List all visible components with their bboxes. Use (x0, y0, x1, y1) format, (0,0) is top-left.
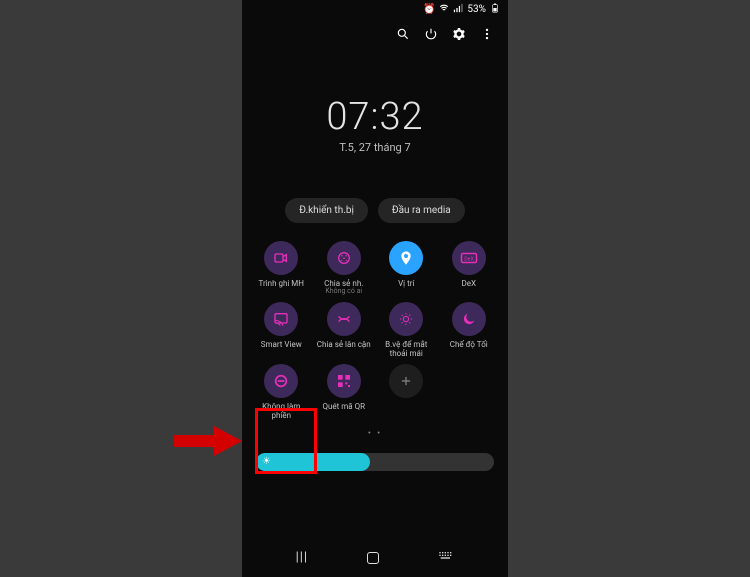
battery-icon (490, 3, 500, 16)
tile-dnd[interactable]: Không làm phiền (252, 364, 311, 420)
tile-nearby-share[interactable]: Chia sẻ lân cận (315, 302, 374, 358)
battery-text: 53% (467, 4, 486, 15)
annotation-arrow (172, 424, 244, 458)
screen-recorder-icon (264, 241, 298, 275)
dnd-icon (264, 364, 298, 398)
quick-settings-grid: Trình ghi MH Chia sẻ nh. Không có ai Vị … (242, 223, 508, 427)
control-pills: Đ.khiển th.bị Đầu ra media (242, 198, 508, 223)
dark-mode-icon (452, 302, 486, 336)
smart-view-icon (264, 302, 298, 336)
tile-label: Chia sẻ lân cận (317, 340, 371, 349)
tile-dark-mode[interactable]: Chế độ Tối (440, 302, 499, 358)
add-tile-icon (389, 364, 423, 398)
page-indicator: • • (242, 429, 508, 439)
tile-label: Smart View (261, 340, 302, 349)
svg-text:DeX: DeX (464, 256, 474, 262)
tile-screen-recorder[interactable]: Trình ghi MH (252, 241, 311, 296)
tile-quick-share[interactable]: Chia sẻ nh. Không có ai (315, 241, 374, 296)
nav-recent-button[interactable]: ||| (296, 550, 309, 565)
media-output-button[interactable]: Đầu ra media (378, 198, 465, 223)
wifi-icon (439, 3, 449, 16)
location-icon (389, 241, 423, 275)
nav-bar: ||| (242, 544, 508, 571)
nav-keyboard-button[interactable] (438, 550, 454, 565)
brightness-fill: ☀ (256, 453, 370, 471)
tile-dex[interactable]: DeX DeX (440, 241, 499, 296)
tile-label: Trình ghi MH (259, 279, 305, 288)
status-bar: ⏰ 53% (242, 0, 508, 18)
tile-add[interactable] (377, 364, 436, 420)
tile-sublabel: Không có ai (325, 288, 362, 296)
signal-icon (453, 3, 463, 16)
device-control-button[interactable]: Đ.khiển th.bị (285, 198, 368, 223)
quick-share-icon (327, 241, 361, 275)
clock-time: 07:32 (242, 95, 508, 139)
tile-qr[interactable]: Quét mã QR (315, 364, 374, 420)
clock-date: T.5, 27 tháng 7 (242, 141, 508, 154)
power-icon[interactable] (424, 26, 438, 45)
tile-label: B.vệ để mắt thoải mái (377, 340, 435, 358)
tile-smart-view[interactable]: Smart View (252, 302, 311, 358)
qr-icon (327, 364, 361, 398)
tile-label: Quét mã QR (322, 402, 365, 411)
quick-panel-toolbar (242, 18, 508, 49)
tile-label: Vị trí (398, 279, 414, 288)
phone-screen: ⏰ 53% 07:32 T.5, 27 tháng 7 Đ.khiển th.b… (242, 0, 508, 577)
nearby-share-icon (327, 302, 361, 336)
more-icon[interactable] (480, 26, 494, 45)
brightness-icon: ☀ (262, 456, 271, 467)
tile-location[interactable]: Vị trí (377, 241, 436, 296)
brightness-slider[interactable]: ☀ (256, 453, 494, 471)
nav-home-button[interactable] (367, 552, 379, 564)
eye-comfort-icon (389, 302, 423, 336)
tile-label: DeX (461, 279, 476, 288)
settings-icon[interactable] (452, 26, 466, 45)
alarm-icon: ⏰ (423, 4, 435, 15)
dex-icon: DeX (452, 241, 486, 275)
tile-eye-comfort[interactable]: B.vệ để mắt thoải mái (377, 302, 436, 358)
tile-label: Chế độ Tối (450, 340, 488, 349)
clock-area: 07:32 T.5, 27 tháng 7 (242, 95, 508, 154)
tile-label: Không làm phiền (252, 402, 310, 420)
search-icon[interactable] (396, 26, 410, 45)
